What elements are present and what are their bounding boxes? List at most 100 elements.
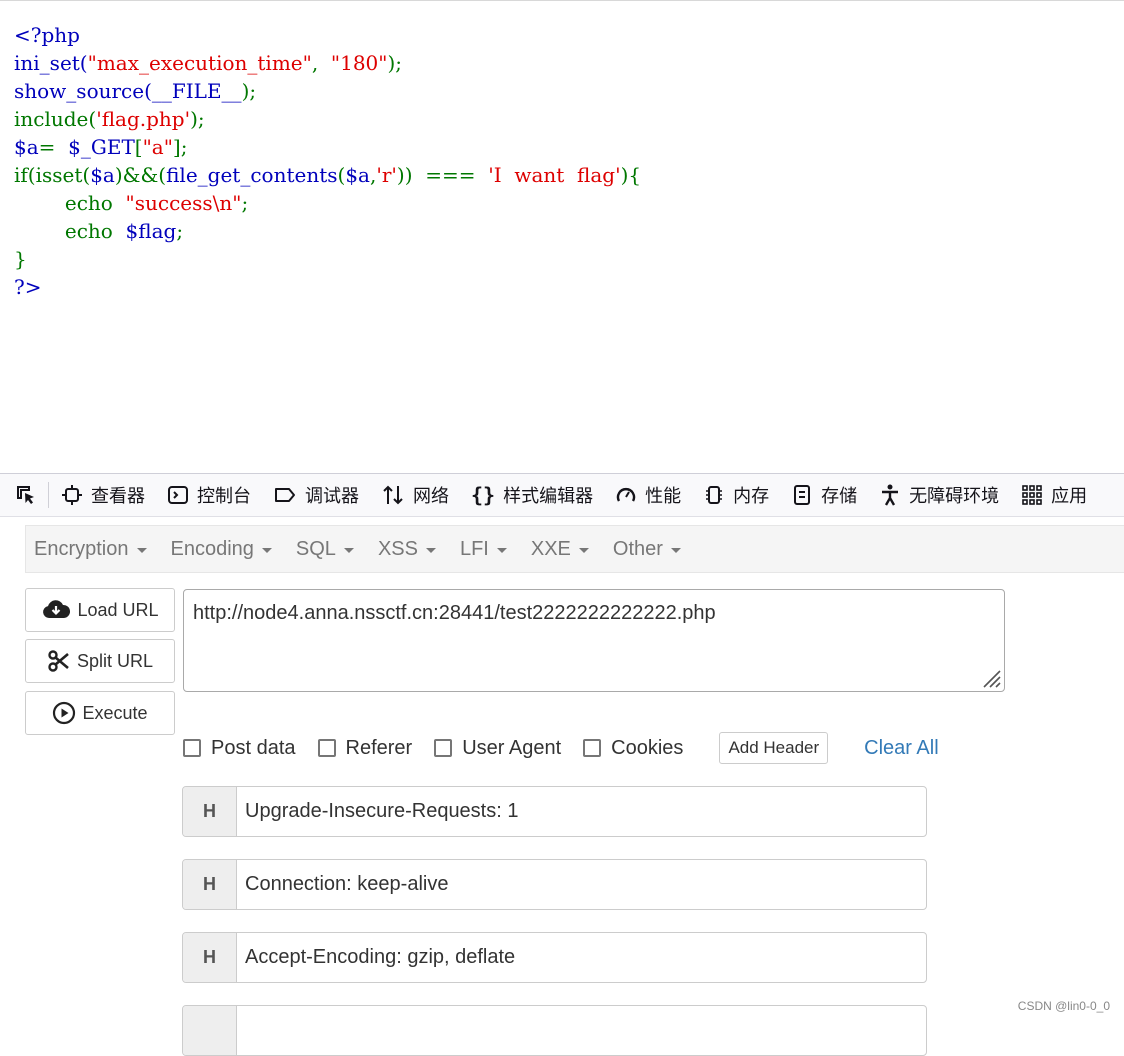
caret-down-icon — [578, 547, 589, 553]
tab-application[interactable]: 应用 — [1021, 482, 1087, 508]
caret-down-icon — [261, 547, 272, 553]
menu-lfi[interactable]: LFI — [460, 538, 507, 561]
inspector-icon — [62, 485, 82, 505]
tab-accessibility[interactable]: 无障碍环境 — [879, 482, 999, 508]
code-line: $a= $_GET["a"]; — [14, 135, 187, 159]
code-token: "180" — [330, 51, 388, 75]
menu-sql[interactable]: SQL — [296, 538, 354, 561]
performance-icon — [616, 488, 636, 502]
user-agent-checkbox[interactable] — [434, 739, 453, 757]
header-row: H Connection: keep-alive — [182, 859, 927, 910]
code-token: $a — [90, 163, 115, 187]
code-token: file_get_contents — [166, 163, 338, 187]
console-icon — [168, 486, 188, 504]
debugger-icon — [275, 488, 295, 502]
accessibility-icon — [882, 484, 899, 506]
code-line: show_source(__FILE__); — [14, 79, 256, 103]
php-source-view: <?php ini_set("max_execution_time", "180… — [0, 0, 1124, 473]
header-value-input[interactable]: Connection: keep-alive — [237, 860, 448, 909]
toolbar-divider — [48, 482, 49, 508]
code-token: if(isset( — [14, 163, 91, 187]
code-token: 'flag.php' — [96, 107, 191, 131]
code-line: include('flag.php'); — [14, 107, 205, 131]
code-token: "a" — [142, 135, 173, 159]
code-line: ini_set("max_execution_time", "180"); — [14, 51, 402, 75]
execute-button[interactable]: Execute — [25, 691, 175, 735]
add-header-button[interactable]: Add Header — [719, 732, 829, 764]
code-token: 'r' — [376, 163, 397, 187]
menu-encryption[interactable]: Encryption — [34, 538, 147, 561]
network-icon — [383, 485, 403, 505]
header-badge[interactable]: H — [183, 860, 237, 909]
post-data-option[interactable]: Post data — [183, 737, 296, 760]
memory-icon — [706, 486, 723, 504]
menu-xxe[interactable]: XXE — [531, 538, 589, 561]
code-token: echo — [14, 219, 126, 243]
code-token: )&&( — [114, 163, 167, 187]
code-token: $a — [345, 163, 370, 187]
header-value-input[interactable]: Upgrade-Insecure-Requests: 1 — [237, 787, 518, 836]
header-value-input[interactable] — [237, 1006, 245, 1055]
hackbar-panel: Encryption Encoding SQL XSS LFI XXE Othe… — [0, 517, 1124, 1056]
code-token: include( — [14, 107, 97, 131]
cookies-option[interactable]: Cookies — [583, 737, 683, 760]
header-row: H Upgrade-Insecure-Requests: 1 — [182, 786, 927, 837]
tab-performance[interactable]: 性能 — [615, 482, 681, 508]
referer-checkbox[interactable] — [317, 739, 336, 757]
code-token: ini_set( — [14, 51, 88, 75]
code-token: "max_execution_time" — [87, 51, 312, 75]
code-token: 'I want flag' — [488, 163, 621, 187]
code-token: ); — [241, 79, 257, 103]
code-token: , — [311, 51, 331, 75]
clear-all-link[interactable]: Clear All — [864, 737, 938, 760]
code-line: ?> — [14, 275, 41, 299]
menu-xss[interactable]: XSS — [378, 538, 436, 561]
code-token: ?> — [14, 275, 42, 299]
cookies-checkbox[interactable] — [583, 739, 602, 757]
tab-inspector[interactable]: 查看器 — [61, 482, 145, 508]
tab-memory[interactable]: 内存 — [703, 482, 769, 508]
caret-down-icon — [670, 547, 681, 553]
cloud-download-icon — [43, 600, 71, 618]
code-line: <?php — [14, 23, 80, 47]
tab-console[interactable]: 控制台 — [167, 482, 251, 508]
code-token: )) === — [396, 163, 489, 187]
code-token: $_GET — [68, 135, 135, 159]
menu-encoding[interactable]: Encoding — [171, 538, 272, 561]
load-url-button[interactable]: Load URL — [25, 588, 175, 632]
header-row — [182, 1005, 927, 1056]
header-badge[interactable]: H — [183, 787, 237, 836]
php-source-code: <?php ini_set("max_execution_time", "180… — [14, 21, 641, 301]
split-url-button[interactable]: Split URL — [25, 639, 175, 683]
code-line: echo $flag; — [14, 219, 183, 243]
code-line: } — [14, 247, 27, 271]
code-token: [ — [134, 135, 143, 159]
user-agent-option[interactable]: User Agent — [434, 737, 561, 760]
tab-storage[interactable]: 存储 — [791, 482, 857, 508]
caret-down-icon — [425, 547, 436, 553]
tab-network[interactable]: 网络 — [381, 482, 449, 508]
url-value: http://node4.anna.nssctf.cn:28441/test22… — [193, 602, 716, 624]
referer-option[interactable]: Referer — [317, 737, 412, 760]
play-circle-icon — [53, 701, 76, 725]
code-token: $a — [14, 135, 39, 159]
code-token: ; — [241, 191, 249, 215]
header-value-input[interactable]: Accept-Encoding: gzip, deflate — [237, 933, 515, 982]
scissors-icon — [48, 650, 69, 672]
code-token: __FILE__ — [151, 79, 242, 103]
header-badge[interactable] — [183, 1006, 237, 1055]
resize-grip-icon[interactable] — [980, 667, 1002, 689]
code-token: ); — [190, 107, 205, 131]
code-token: echo — [14, 191, 126, 215]
url-textarea[interactable]: http://node4.anna.nssctf.cn:28441/test22… — [183, 589, 1005, 692]
tab-debugger[interactable]: 调试器 — [273, 482, 359, 508]
caret-down-icon — [136, 547, 147, 553]
code-token: $flag — [125, 219, 177, 243]
code-token: show_source( — [14, 79, 152, 103]
element-picker-icon[interactable] — [14, 483, 38, 507]
post-data-checkbox[interactable] — [183, 739, 201, 757]
tab-style-editor[interactable]: {} 样式编辑器 — [471, 482, 593, 508]
menu-other[interactable]: Other — [613, 538, 681, 561]
header-badge[interactable]: H — [183, 933, 237, 982]
request-options: Post data Referer User Agent Cookies Add… — [183, 732, 939, 764]
